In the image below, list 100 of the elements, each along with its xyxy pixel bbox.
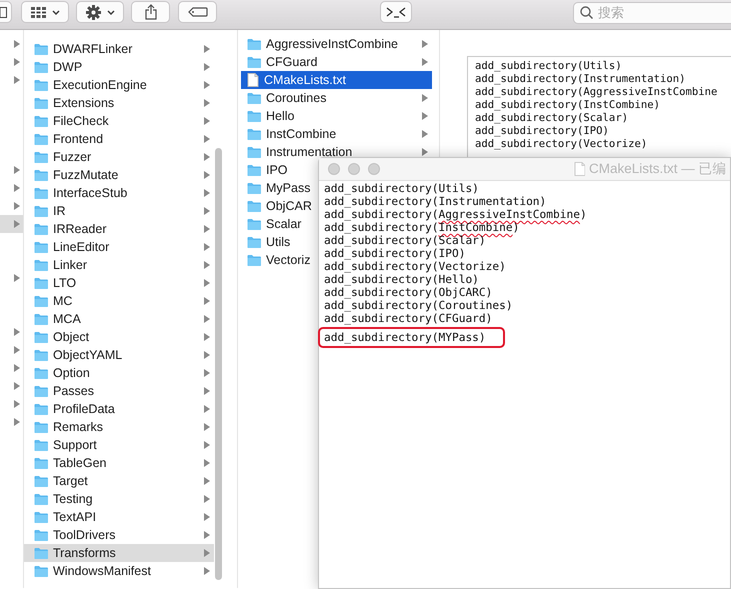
folder-icon (34, 510, 48, 524)
folder-item[interactable]: ObjCAR (241, 197, 315, 215)
disclosure-arrow-icon (14, 382, 20, 390)
disclosure-arrow-icon (204, 495, 210, 504)
disclosure-arrow-icon (204, 225, 210, 234)
scrollbar-thumb[interactable] (215, 148, 222, 580)
folder-icon (34, 384, 48, 398)
folder-icon (34, 60, 48, 74)
folder-item[interactable]: Passes (24, 382, 214, 400)
folder-icon (247, 56, 261, 68)
folder-icon (34, 96, 48, 110)
folder-item[interactable]: MCA (24, 310, 214, 328)
folder-item[interactable]: Extensions (24, 94, 214, 112)
folder-item[interactable]: IRReader (24, 220, 214, 238)
folder-item[interactable]: DWARFLinker (24, 40, 214, 58)
folder-item[interactable]: MC (24, 292, 214, 310)
disclosure-arrow-icon (204, 567, 210, 576)
folder-item[interactable]: Linker (24, 256, 214, 274)
folder-icon (247, 92, 261, 104)
folder-icon (34, 186, 48, 200)
folder-item[interactable]: LineEditor (24, 238, 214, 256)
folder-item[interactable]: MyPass (241, 179, 315, 197)
disclosure-arrow-icon (422, 40, 428, 48)
folder-icon (247, 218, 261, 230)
folder-item[interactable]: IPO (241, 161, 315, 179)
folder-item[interactable]: Transforms (24, 544, 214, 562)
terminal-button[interactable] (380, 1, 412, 23)
folder-icon (34, 456, 48, 470)
code-line: add_subdirectory(Hello) (324, 273, 479, 286)
folder-item[interactable]: Target (24, 472, 214, 490)
folder-item[interactable]: Hello (241, 107, 432, 125)
folder-item[interactable]: ExecutionEngine (24, 76, 214, 94)
disclosure-arrow-icon (204, 117, 210, 126)
code-line: add_subdirectory(ObjCARC) (324, 286, 492, 299)
folder-item[interactable]: Utils (241, 233, 315, 251)
disclosure-arrow-icon (14, 400, 20, 408)
folder-item[interactable]: InstCombine (241, 125, 432, 143)
folder-item[interactable]: AggressiveInstCombine (241, 35, 432, 53)
folder-icon (34, 78, 48, 92)
disclosure-arrow-icon (14, 274, 20, 282)
folder-item[interactable]: Option (24, 364, 214, 382)
disclosure-arrow-icon (14, 202, 20, 210)
folder-item[interactable]: WindowsManifest (24, 562, 214, 580)
folder-item[interactable]: Testing (24, 490, 214, 508)
folder-icon (34, 150, 48, 164)
folder-item[interactable]: Object (24, 328, 214, 346)
folder-icon (247, 110, 261, 122)
folder-icon (34, 222, 48, 236)
folder-item[interactable]: InterfaceStub (24, 184, 214, 202)
disclosure-arrow-icon (204, 459, 210, 468)
grid-icon (30, 6, 46, 18)
share-button[interactable] (131, 1, 170, 23)
disclosure-arrow-icon (422, 112, 428, 120)
disclosure-arrow-icon (14, 346, 20, 354)
folder-item[interactable]: Coroutines (241, 89, 432, 107)
folder-item[interactable]: ObjectYAML (24, 346, 214, 364)
folder-item[interactable]: IR (24, 202, 214, 220)
disclosure-arrow-icon (204, 477, 210, 486)
disclosure-arrow-icon (422, 58, 428, 66)
disclosure-arrow-icon (204, 549, 210, 558)
view-button[interactable] (21, 1, 69, 23)
folder-item[interactable]: ProfileData (24, 400, 214, 418)
folder-icon (34, 42, 48, 56)
folder-item[interactable]: FileCheck (24, 112, 214, 130)
folder-item[interactable]: TextAPI (24, 508, 214, 526)
disclosure-arrow-icon (204, 369, 210, 378)
sidebar-row[interactable] (0, 215, 23, 233)
folder-icon (34, 114, 48, 128)
folder-item[interactable]: CFGuard (241, 53, 432, 71)
folder-item[interactable]: DWP (24, 58, 214, 76)
folder-icon (247, 38, 261, 50)
disclosure-arrow-icon (422, 94, 428, 102)
action-button[interactable] (76, 1, 124, 23)
folder-icon (34, 312, 48, 326)
folder-item[interactable]: Frontend (24, 130, 214, 148)
folder-item[interactable]: Scalar (241, 215, 315, 233)
folder-item[interactable]: FuzzMutate (24, 166, 214, 184)
code-line: add_subdirectory(AggressiveInstCombine) (324, 208, 587, 221)
disclosure-arrow-icon (204, 207, 210, 216)
folder-item[interactable]: Support (24, 436, 214, 454)
folder-icon (247, 200, 261, 212)
gear-icon (86, 4, 100, 20)
tag-button[interactable] (178, 1, 217, 23)
folder-item[interactable]: ToolDrivers (24, 526, 214, 544)
folder-icon (34, 294, 48, 308)
folder-icon (34, 168, 48, 182)
folder-icon (34, 276, 48, 290)
folder-icon (34, 330, 48, 344)
folder-item[interactable]: Fuzzer (24, 148, 214, 166)
folder-item[interactable]: Vectoriz (241, 251, 315, 269)
folder-icon (34, 528, 48, 542)
folder-item[interactable]: Remarks (24, 418, 214, 436)
disclosure-arrow-icon (204, 243, 210, 252)
folder-item[interactable]: LTO (24, 274, 214, 292)
disclosure-arrow-icon (204, 153, 210, 162)
folder-icon (34, 402, 48, 416)
folder-item[interactable]: TableGen (24, 454, 214, 472)
file-item[interactable]: CMakeLists.txt (241, 71, 432, 89)
search-field[interactable]: 搜索 (573, 2, 731, 24)
folder-icon (34, 546, 48, 560)
